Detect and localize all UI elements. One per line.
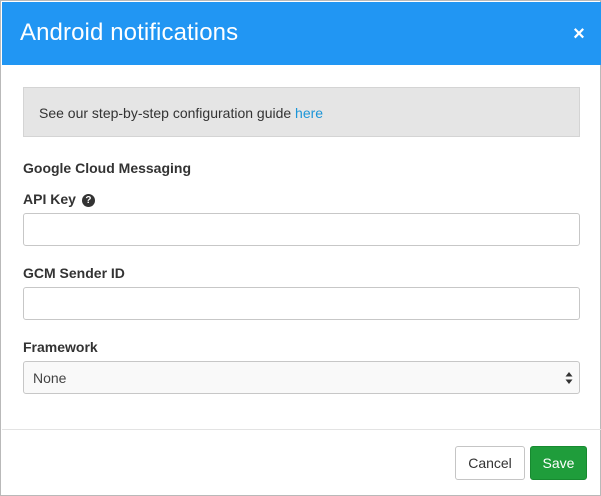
guide-link[interactable]: here xyxy=(295,105,323,121)
android-notifications-dialog: Android notifications × See our step-by-… xyxy=(0,0,601,496)
framework-selected-value: None xyxy=(33,370,67,386)
api-key-label: API Key? xyxy=(23,190,95,208)
gcm-sender-id-input[interactable] xyxy=(23,287,580,320)
guide-text: See our step-by-step configuration guide… xyxy=(39,104,323,122)
configuration-guide-banner: See our step-by-step configuration guide… xyxy=(23,87,580,137)
footer-divider xyxy=(2,429,601,430)
cancel-button[interactable]: Cancel xyxy=(455,446,525,480)
section-title: Google Cloud Messaging xyxy=(23,160,192,176)
gcm-sender-id-label: GCM Sender ID xyxy=(23,265,125,281)
dialog-title: Android notifications xyxy=(20,19,239,46)
select-arrows-icon xyxy=(565,372,573,384)
save-button[interactable]: Save xyxy=(530,446,587,480)
api-key-label-text: API Key xyxy=(23,191,76,207)
guide-message: See our step-by-step configuration guide xyxy=(39,105,296,121)
dialog-header: Android notifications × xyxy=(2,2,601,65)
api-key-input[interactable] xyxy=(23,213,580,246)
question-circle-icon[interactable]: ? xyxy=(81,194,95,207)
framework-select[interactable]: None xyxy=(23,361,580,394)
framework-label: Framework xyxy=(23,339,98,355)
close-icon[interactable]: × xyxy=(571,24,587,44)
